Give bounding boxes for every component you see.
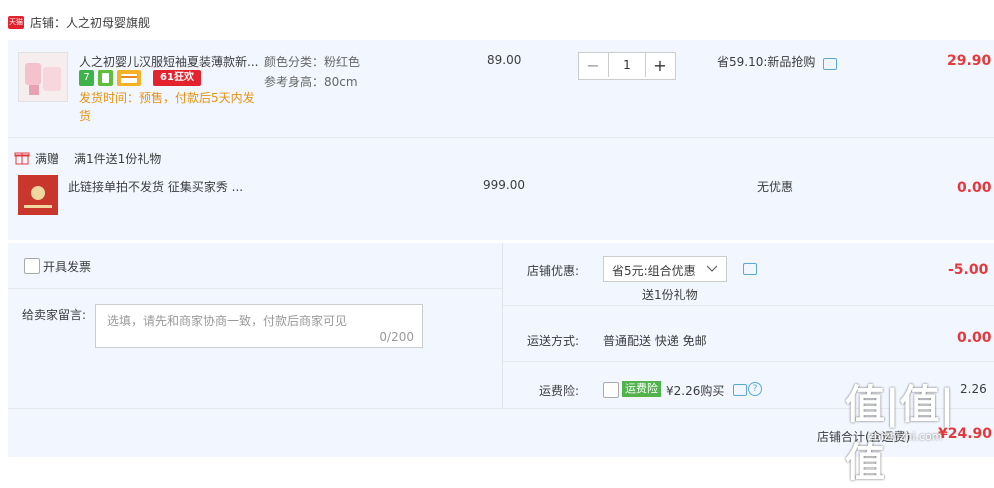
chat-icon[interactable] xyxy=(823,58,837,70)
gift-title-link[interactable]: 此链接单拍不发货 征集买家秀 ... xyxy=(68,178,243,195)
product-thumbnail[interactable] xyxy=(18,52,68,102)
unit-price: 89.00 xyxy=(487,53,522,67)
shop-name-link[interactable]: 店铺：人之初母婴旗舰 xyxy=(30,14,150,31)
gift-thumbnail[interactable] xyxy=(18,175,58,215)
gift-label: 满赠 xyxy=(35,152,60,166)
attr-height: 参考身高：80cm xyxy=(264,75,358,89)
gift-icon xyxy=(14,149,30,168)
gift-promo: 无优惠 xyxy=(757,180,794,194)
promo-618-badge: 61狂欢 xyxy=(153,70,201,86)
qty-minus-button[interactable]: − xyxy=(579,53,607,79)
item-promo: 省59.10:新品抢购 xyxy=(717,55,816,69)
insurance-label: 运费险: xyxy=(539,384,580,398)
insurance-badge: 运费险 xyxy=(622,381,661,397)
message-placeholder: 选填，请先和商家协商一致，付款后商家可见 xyxy=(107,314,348,328)
shipping-label: 运送方式: xyxy=(527,334,580,348)
insurance-price: ¥2.26购买 xyxy=(666,384,725,398)
invoice-checkbox[interactable] xyxy=(24,258,40,274)
attr-color: 颜色分类：粉红色 xyxy=(264,55,361,69)
gift-desc: 满1件送1份礼物 xyxy=(74,152,162,166)
divider xyxy=(503,361,994,362)
chat-icon[interactable] xyxy=(743,263,757,275)
divider xyxy=(8,137,994,138)
chat-icon[interactable] xyxy=(733,384,747,396)
tmall-badge: 天猫 xyxy=(8,16,24,29)
gift-subtotal: 0.00 xyxy=(957,180,992,196)
product-title-link[interactable]: 人之初婴儿汉服短袖夏装薄款新... xyxy=(79,53,258,70)
credit-card-icon xyxy=(117,70,141,86)
gift-card-icon xyxy=(24,186,52,208)
discount-select[interactable]: 省5元:组合优惠 xyxy=(603,256,727,282)
invoice-label: 开具发票 xyxy=(43,260,92,274)
discount-amount: -5.00 xyxy=(948,262,989,278)
divider xyxy=(503,305,994,306)
discount-selected: 省5元:组合优惠 xyxy=(612,264,696,278)
seven-day-return-icon: 7 xyxy=(79,70,94,86)
gift-unit-price: 999.00 xyxy=(483,178,525,192)
shipping-time-note: 发货时间：预售，付款后5天内发货 xyxy=(79,91,255,123)
shipping-amount: 0.00 xyxy=(957,330,992,346)
qty-input[interactable]: 1 xyxy=(608,53,646,77)
shop-header: 天猫 店铺：人之初母婴旗舰 xyxy=(0,0,994,40)
baby-clothes-icon xyxy=(25,63,61,95)
quantity-stepper: − 1 + xyxy=(578,52,676,80)
shipping-method: 普通配送 快递 免邮 xyxy=(603,334,707,348)
item-subtotal: 29.90 xyxy=(947,53,992,69)
divider xyxy=(502,243,503,408)
watermark-text: zhizhizhi.com xyxy=(868,430,943,443)
guarantee-icon xyxy=(98,70,113,86)
insurance-checkbox[interactable] xyxy=(603,382,619,398)
chevron-down-icon xyxy=(706,265,718,272)
help-icon[interactable]: ? xyxy=(748,382,762,396)
message-label: 给卖家留言: xyxy=(22,308,87,322)
divider xyxy=(8,288,502,289)
message-textarea[interactable]: 选填，请先和商家协商一致，付款后商家可见 0/200 xyxy=(95,304,423,348)
discount-gift-note: 送1份礼物 xyxy=(642,288,698,302)
discount-label: 店铺优惠: xyxy=(527,264,580,278)
qty-plus-button[interactable]: + xyxy=(646,53,674,79)
message-counter: 0/200 xyxy=(379,330,414,344)
